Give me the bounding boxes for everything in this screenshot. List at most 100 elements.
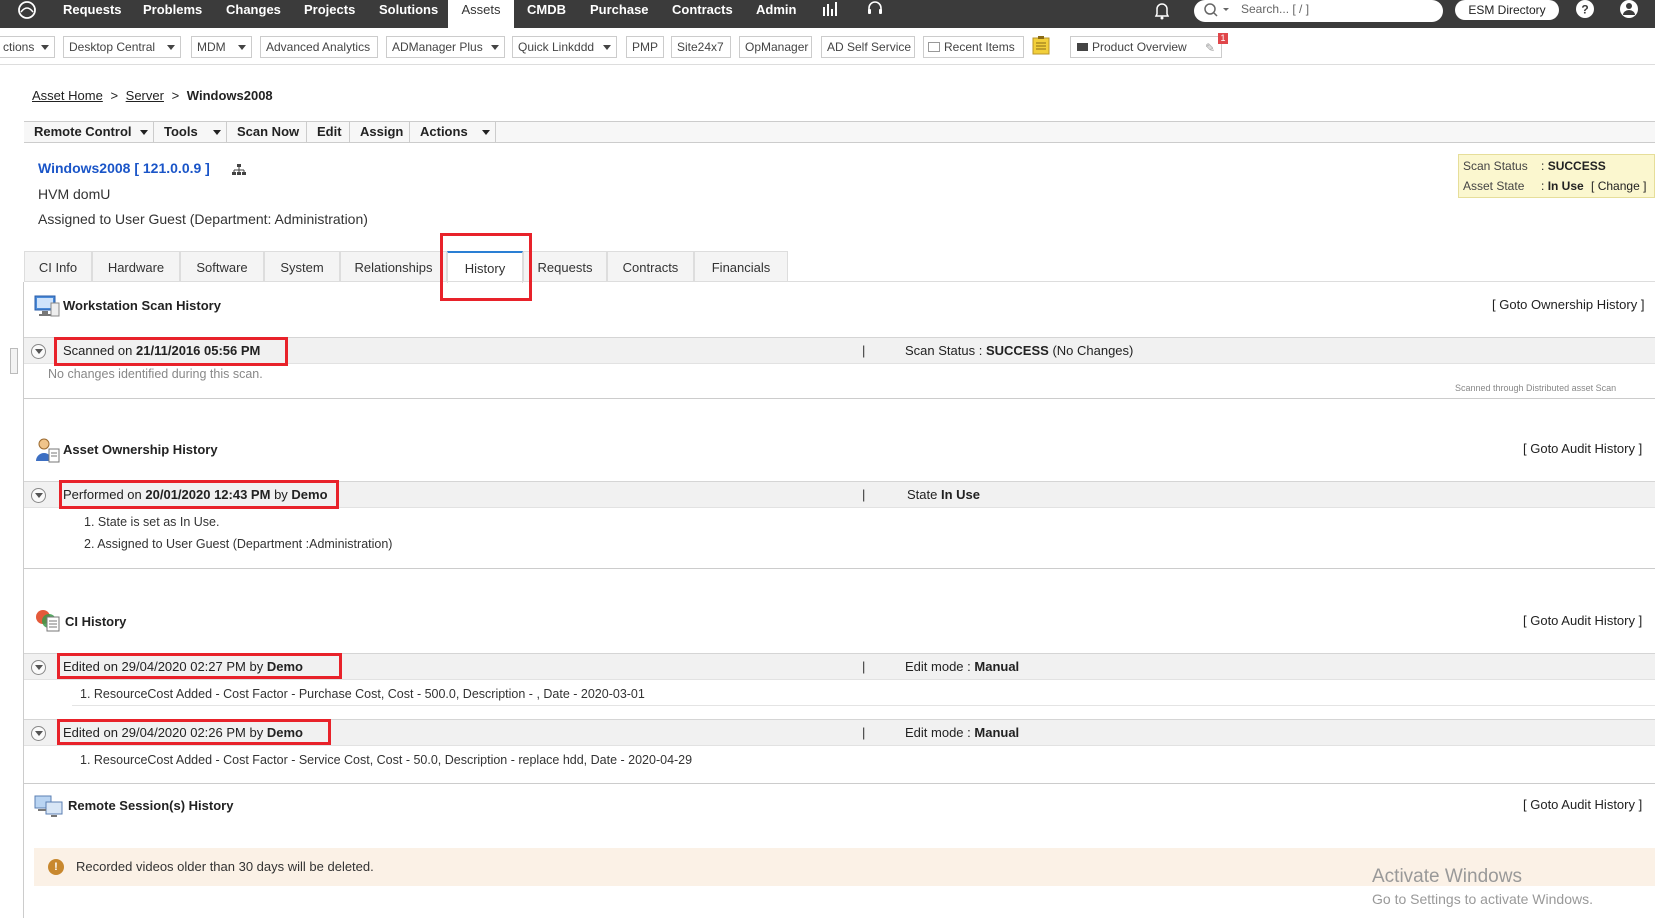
- nav-assets[interactable]: Assets: [448, 0, 514, 28]
- notice-text: Recorded videos older than 30 days will …: [76, 859, 374, 874]
- shortcut-opmanager[interactable]: OpManager: [739, 36, 812, 58]
- shortcut-ad-self-service[interactable]: AD Self Service: [821, 36, 915, 58]
- product-overview-button[interactable]: Product Overview ✎: [1070, 36, 1222, 58]
- column-divider: |: [862, 659, 866, 674]
- shortcut-site24x7-label: Site24x7: [677, 40, 724, 54]
- goto-ownership-history-link[interactable]: [ Goto Ownership History ]: [1492, 297, 1644, 312]
- ci-entry-detail: 1. ResourceCost Added - Cost Factor - Pu…: [80, 687, 645, 701]
- shortcut-mdm[interactable]: MDM: [191, 36, 252, 58]
- shortcut-actions-dropdown[interactable]: ctions: [0, 36, 55, 58]
- nav-changes[interactable]: Changes: [226, 0, 281, 28]
- scan-entry-status: Scan Status : SUCCESS (No Changes): [905, 343, 1133, 358]
- workstation-scan-history-title: Workstation Scan History: [63, 298, 221, 313]
- asset-assignment: Assigned to User Guest (Department: Admi…: [38, 211, 368, 227]
- nav-contracts[interactable]: Contracts: [672, 0, 733, 28]
- collapse-toggle-icon[interactable]: [31, 726, 46, 741]
- reports-chart-icon[interactable]: [821, 1, 839, 17]
- shortcut-ad-self-service-label: AD Self Service: [827, 40, 912, 54]
- section-divider: [24, 568, 1655, 569]
- chevron-down-icon: [603, 45, 611, 50]
- tab-underline: [24, 281, 1655, 282]
- assign-button[interactable]: Assign: [350, 122, 410, 142]
- breadcrumb: Asset Home > Server > Windows2008: [32, 88, 273, 103]
- tab-system[interactable]: System: [264, 251, 340, 282]
- shortcut-advanced-analytics[interactable]: Advanced Analytics: [260, 36, 378, 58]
- column-divider: |: [862, 343, 866, 358]
- ci-entry-mode-prefix: Edit mode :: [905, 725, 971, 740]
- nav-problems[interactable]: Problems: [143, 0, 202, 28]
- goto-audit-history-link[interactable]: [ Goto Audit History ]: [1523, 613, 1642, 628]
- entry-divider: [72, 705, 1655, 706]
- user-profile-icon[interactable]: [1619, 0, 1643, 20]
- shortcut-quick-linkddd-label: Quick Linkddd: [518, 40, 595, 54]
- shortcut-desktop-central[interactable]: Desktop Central: [63, 36, 181, 58]
- collapse-toggle-icon[interactable]: [31, 344, 46, 359]
- ci-history-title: CI History: [65, 614, 127, 629]
- recent-items-button[interactable]: Recent Items: [923, 36, 1024, 58]
- shortcut-pmp[interactable]: PMP: [626, 36, 664, 58]
- scan-source-footnote: Scanned through Distributed asset Scan: [1455, 383, 1617, 393]
- asset-state-separator: :: [1541, 179, 1545, 193]
- notification-bell-icon[interactable]: [1153, 0, 1171, 20]
- actions-label: Actions: [420, 124, 468, 139]
- goto-audit-history-link[interactable]: [ Goto Audit History ]: [1523, 441, 1642, 456]
- tab-software[interactable]: Software: [180, 251, 264, 282]
- shortcut-opmanager-label: OpManager: [745, 40, 809, 54]
- change-state-link[interactable]: [ Change ]: [1591, 179, 1646, 193]
- shortcut-actions-label: ctions: [3, 40, 35, 54]
- search-input[interactable]: Search... [ / ]: [1241, 2, 1309, 16]
- edit-button[interactable]: Edit: [307, 122, 350, 142]
- tab-financials[interactable]: Financials: [694, 251, 788, 282]
- actions-dropdown[interactable]: Actions: [410, 122, 496, 142]
- tab-requests[interactable]: Requests: [523, 251, 607, 282]
- chevron-down-icon: [491, 45, 499, 50]
- shortcut-quick-linkddd[interactable]: Quick Linkddd: [512, 36, 617, 58]
- nav-purchase[interactable]: Purchase: [590, 0, 649, 28]
- esm-directory-button[interactable]: ESM Directory: [1455, 0, 1559, 20]
- help-icon[interactable]: ?: [1575, 0, 1595, 20]
- relationship-map-icon[interactable]: [232, 164, 246, 179]
- ownership-state-value: In Use: [940, 487, 980, 502]
- tab-ci-info[interactable]: CI Info: [24, 251, 92, 282]
- activation-watermark-title: Activate Windows: [1372, 866, 1522, 887]
- scan-status-result: SUCCESS: [985, 343, 1049, 358]
- chevron-down-icon: [213, 130, 221, 135]
- tools-label: Tools: [164, 124, 198, 139]
- asset-ownership-history-title: Asset Ownership History: [63, 442, 218, 457]
- sidebar-collapse-handle[interactable]: [10, 348, 18, 374]
- nav-projects[interactable]: Projects: [304, 0, 355, 28]
- breadcrumb-asset-home[interactable]: Asset Home: [32, 88, 103, 103]
- collapse-toggle-icon[interactable]: [31, 488, 46, 503]
- scan-status-label: Scan Status: [1463, 159, 1528, 173]
- tab-contracts[interactable]: Contracts: [607, 251, 694, 282]
- remote-control-dropdown[interactable]: Remote Control: [24, 122, 154, 142]
- chevron-down-icon: [140, 130, 148, 135]
- nav-solutions[interactable]: Solutions: [379, 0, 438, 28]
- workstation-scan-icon: [34, 294, 60, 321]
- global-search-box[interactable]: Search... [ / ]: [1194, 0, 1443, 22]
- notes-icon[interactable]: [1032, 35, 1050, 58]
- highlight-ci-entry: [57, 719, 331, 745]
- breadcrumb-current: Windows2008: [186, 88, 273, 103]
- scan-now-button[interactable]: Scan Now: [227, 122, 307, 142]
- nav-cmdb[interactable]: CMDB: [527, 0, 566, 28]
- support-headset-icon[interactable]: [866, 0, 884, 18]
- collapse-toggle-icon[interactable]: [31, 660, 46, 675]
- tab-relationships[interactable]: Relationships: [340, 251, 447, 282]
- nav-requests[interactable]: Requests: [63, 0, 122, 28]
- tab-hardware[interactable]: Hardware: [92, 251, 180, 282]
- notification-count-badge: 1: [1218, 33, 1228, 44]
- ci-entry-mode: Edit mode : Manual: [905, 725, 1019, 740]
- shortcut-admanager-plus-label: ADManager Plus: [392, 40, 483, 54]
- ownership-state-prefix: State: [907, 487, 938, 502]
- tools-dropdown[interactable]: Tools: [154, 122, 227, 142]
- breadcrumb-server[interactable]: Server: [126, 88, 164, 103]
- shortcut-admanager-plus[interactable]: ADManager Plus: [386, 36, 505, 58]
- shortcut-toolbar: ctions Desktop Central MDM Advanced Anal…: [0, 29, 1655, 65]
- highlight-ci-entry: [57, 653, 342, 679]
- shortcut-site24x7[interactable]: Site24x7: [671, 36, 731, 58]
- home-logo-icon[interactable]: [16, 0, 38, 20]
- scan-status-separator: :: [1541, 159, 1545, 173]
- goto-audit-history-link[interactable]: [ Goto Audit History ]: [1523, 797, 1642, 812]
- nav-admin[interactable]: Admin: [756, 0, 796, 28]
